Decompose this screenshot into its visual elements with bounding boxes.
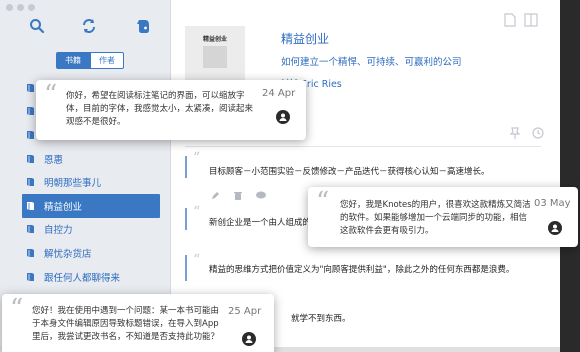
quote-open-icon: “ bbox=[193, 150, 201, 166]
cover-title: 精益创业 bbox=[202, 36, 227, 43]
sidebar-book-item[interactable]: 自控力 bbox=[22, 218, 160, 242]
feedback-line: 的软件。如果能够增加一个云端同步的功能，相信 bbox=[340, 213, 528, 223]
feedback-line: 体，目前的字体，我感觉太小，太紧凑，阅读起来 bbox=[66, 104, 254, 114]
feedback-line: 里后，我尝试更改书名，不知道是否支持此功能？ bbox=[32, 332, 220, 342]
clock-icon[interactable] bbox=[532, 124, 544, 143]
feedback-line: 你好，希望在阅读标注笔记的界面，可以缩放字 bbox=[66, 91, 245, 101]
zoom-window-button[interactable] bbox=[28, 4, 35, 11]
feedback-line: 于本身文件编辑原因导致标题错误，在导入到App bbox=[32, 319, 219, 329]
feedback-text: 你好，希望在阅读标注笔记的界面，可以缩放字 体，目前的字体，我感觉太小，太紧凑，… bbox=[66, 90, 253, 129]
detail-toolbar bbox=[504, 12, 538, 31]
feedback-card: “ 你好，希望在阅读标注笔记的界面，可以缩放字 体，目前的字体，我感觉太小，太紧… bbox=[36, 80, 306, 140]
note-text[interactable]: 就学不到东西。 bbox=[291, 312, 351, 324]
sidebar-book-label: 自控力 bbox=[44, 225, 73, 237]
sidebar-book-label: 明朝那些事儿 bbox=[44, 178, 102, 190]
feedback-line: 您好！我在使用中遇到一个问题：某一本书可能由 bbox=[32, 306, 220, 316]
sync-icon[interactable] bbox=[78, 15, 100, 37]
sidebar-tabs: 书籍 作者 bbox=[56, 52, 124, 69]
comment-icon[interactable] bbox=[256, 185, 266, 204]
user-avatar-icon bbox=[242, 332, 256, 346]
sidebar-book-item[interactable]: 跟任何人都聊得来 bbox=[22, 265, 160, 289]
note-marker bbox=[185, 156, 187, 178]
note-marker bbox=[185, 208, 187, 230]
tab-books[interactable]: 书籍 bbox=[56, 52, 90, 69]
sidebar-book-label: 跟任何人都聊得来 bbox=[44, 272, 121, 284]
feedback-text: 您好，我是Knotes的用户，很喜欢这款精炼又简洁 的软件。如果能够增加一个云端… bbox=[340, 199, 531, 238]
quote-icon: “ bbox=[44, 80, 58, 110]
book-icon bbox=[26, 223, 38, 235]
user-avatar-icon bbox=[548, 221, 562, 235]
sidebar-book-label: 精益创业 bbox=[44, 201, 83, 213]
filter-toolbar bbox=[509, 124, 544, 143]
note-text[interactable]: 目标顾客－小范围实验－反馈修改－产品迭代－获得核心认知－高速增长。 bbox=[209, 165, 490, 177]
feedback-card: “ 您好，我是Knotes的用户，很喜欢这款精炼又简洁 的软件。如果能够增加一个… bbox=[308, 187, 578, 247]
book-icon bbox=[26, 176, 38, 188]
feedback-text: 您好！我在使用中遇到一个问题：某一本书可能由 于本身文件编辑原因导致标题错误，在… bbox=[32, 305, 219, 344]
sidebar-book-item[interactable]: 精益创业 bbox=[22, 193, 160, 218]
divider bbox=[185, 146, 541, 147]
user-avatar-icon bbox=[276, 110, 290, 124]
sidebar-toolbar bbox=[0, 15, 170, 39]
sidebar-book-label: 恩惠 bbox=[44, 154, 64, 166]
note-text[interactable]: 精益的思维方式把价值定义为"向顾客提供利益"，除此之外的任何东西都是浪费。 bbox=[209, 263, 514, 275]
quote-open-icon: “ bbox=[193, 204, 201, 220]
tab-authors[interactable]: 作者 bbox=[90, 52, 124, 69]
feedback-date: 03 May bbox=[534, 198, 571, 209]
feedback-date: 25 Apr bbox=[228, 306, 262, 317]
book-subtitle: 如何建立一个精悍、可持续、可赢利的公司 bbox=[281, 57, 462, 68]
sidebar-book-label: 解忧杂货店 bbox=[44, 248, 92, 260]
layout-toggle-icon[interactable] bbox=[524, 12, 538, 31]
export-pdf-icon[interactable] bbox=[504, 12, 516, 31]
feedback-date: 24 Apr bbox=[262, 88, 296, 99]
close-window-button[interactable] bbox=[6, 4, 13, 11]
book-icon bbox=[26, 200, 38, 212]
book-icon bbox=[26, 247, 38, 259]
quote-open-icon: “ bbox=[193, 252, 201, 268]
book-icon bbox=[26, 153, 38, 165]
feedback-line: 这款软件会更有吸引力。 bbox=[340, 226, 434, 236]
window-controls bbox=[6, 4, 35, 11]
edit-icon[interactable] bbox=[211, 185, 220, 204]
sidebar-book-item[interactable]: 明朝那些事儿 bbox=[22, 170, 160, 194]
feedback-line: 您好，我是Knotes的用户，很喜欢这款精炼又简洁 bbox=[340, 200, 531, 210]
search-icon[interactable] bbox=[26, 15, 48, 37]
dark-edge bbox=[560, 0, 580, 352]
delete-icon[interactable] bbox=[234, 185, 242, 204]
book-icon bbox=[26, 271, 38, 283]
minimize-window-button[interactable] bbox=[17, 4, 24, 11]
evernote-icon[interactable] bbox=[132, 15, 154, 37]
note-marker bbox=[185, 255, 187, 281]
quote-icon: “ bbox=[10, 294, 24, 324]
feedback-line: 观感不是很好。 bbox=[66, 117, 126, 127]
note-actions bbox=[211, 185, 266, 204]
pin-icon[interactable] bbox=[509, 124, 521, 143]
feedback-card: “ 您好！我在使用中遇到一个问题：某一本书可能由 于本身文件编辑原因导致标题错误… bbox=[2, 294, 274, 352]
cover-illustration bbox=[203, 46, 227, 68]
sidebar-book-item[interactable]: 解忧杂货店 bbox=[22, 241, 160, 265]
quote-icon: “ bbox=[316, 187, 330, 217]
book-title: 精益创业 bbox=[281, 32, 330, 46]
sidebar-book-item[interactable]: 恩惠 bbox=[22, 147, 160, 171]
